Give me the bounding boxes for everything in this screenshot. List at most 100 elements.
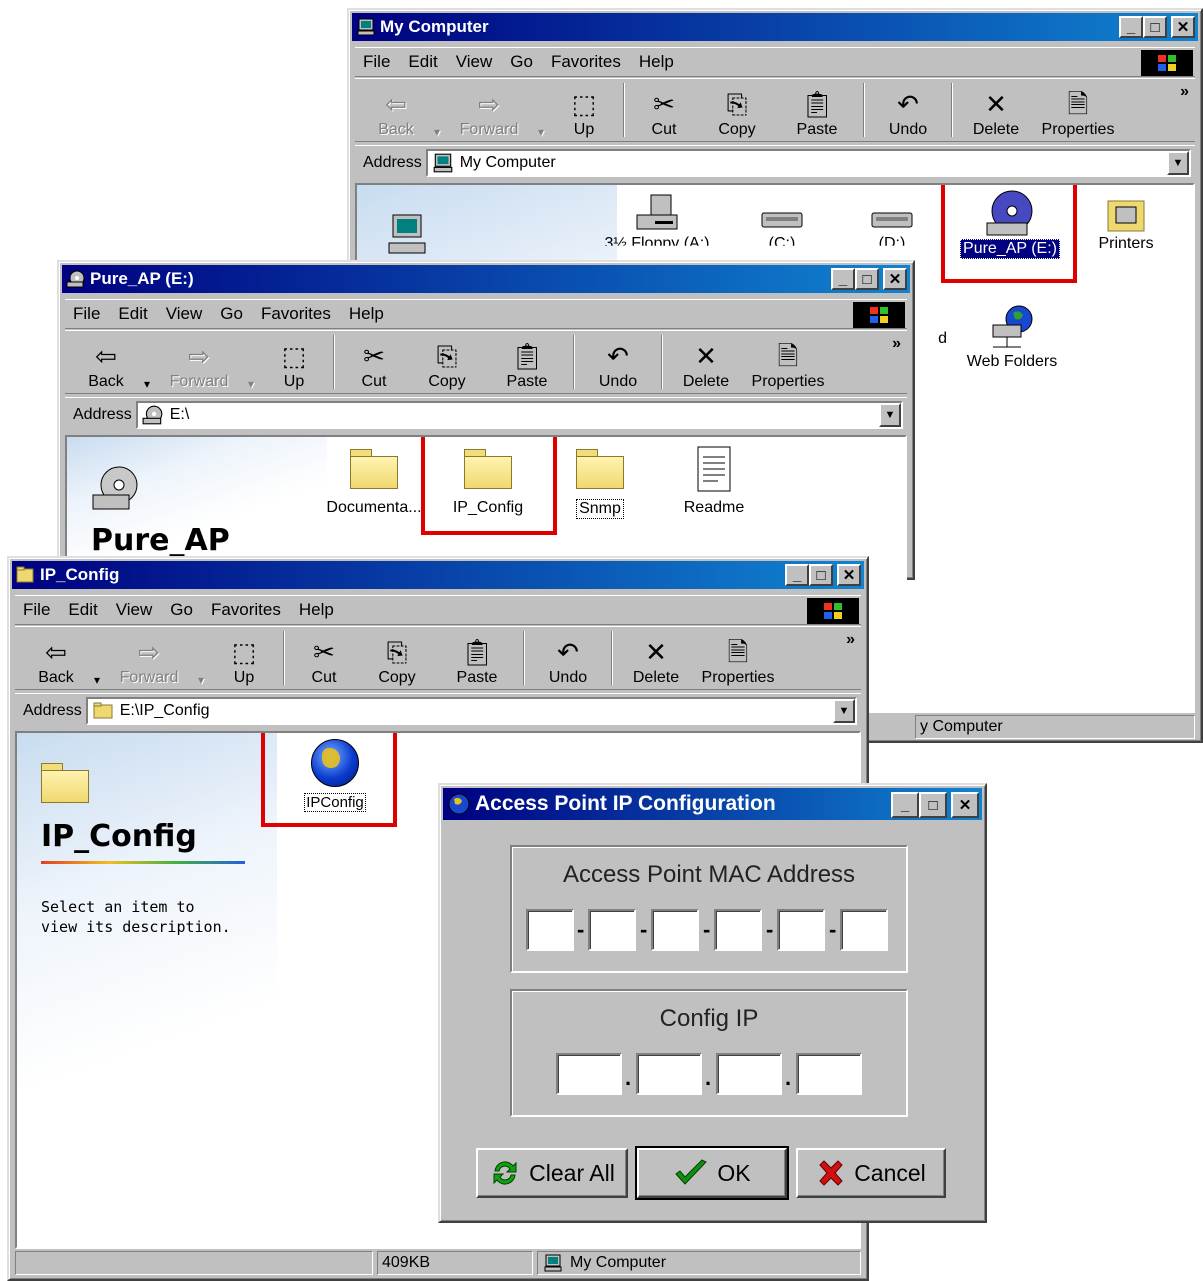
menu-go[interactable]: Go <box>510 52 533 72</box>
menu-favorites[interactable]: Favorites <box>211 600 281 620</box>
ip-octet-4[interactable] <box>796 1053 862 1095</box>
mac-field-4[interactable] <box>714 909 762 951</box>
mac-field-1[interactable] <box>526 909 574 951</box>
back-dropdown[interactable]: ▾ <box>87 629 107 689</box>
back-button[interactable]: ⇦ Back <box>75 333 137 393</box>
back-dropdown[interactable]: ▾ <box>137 333 157 393</box>
menu-view[interactable]: View <box>456 52 493 72</box>
red-x-icon <box>819 1160 843 1186</box>
menu-edit[interactable]: Edit <box>118 304 147 324</box>
delete-button[interactable]: ✕ Delete <box>619 629 693 689</box>
properties-button[interactable]: 🗎︎ Properties <box>743 333 833 393</box>
maximize-button[interactable]: □ <box>1143 16 1167 38</box>
menu-favorites[interactable]: Favorites <box>551 52 621 72</box>
floppy-drive-item[interactable]: 3½ Floppy (A:) <box>602 193 712 253</box>
address-dropdown-button[interactable]: ▼ <box>1167 150 1189 175</box>
cut-button[interactable]: ✂ Cut <box>631 81 697 141</box>
menu-help[interactable]: Help <box>349 304 384 324</box>
toolbar-more-chevron[interactable]: » <box>1180 83 1189 101</box>
forward-button[interactable]: ⇨ Forward <box>107 629 191 689</box>
undo-button[interactable]: ↶ Undo <box>871 81 945 141</box>
drive-d-item[interactable]: (D:) <box>837 193 947 253</box>
back-dropdown[interactable]: ▾ <box>427 81 447 141</box>
menu-help[interactable]: Help <box>639 52 674 72</box>
drive-c-item[interactable]: (C:) <box>727 193 837 253</box>
up-button[interactable]: ⬚ Up <box>211 629 277 689</box>
cut-button[interactable]: ✂ Cut <box>341 333 407 393</box>
clear-all-button[interactable]: Clear All <box>476 1148 628 1198</box>
properties-button[interactable]: 🗎︎ Properties <box>693 629 783 689</box>
close-button[interactable]: ✕ <box>837 564 861 586</box>
ip-octet-2[interactable] <box>636 1053 702 1095</box>
menu-go[interactable]: Go <box>170 600 193 620</box>
paste-button[interactable]: 📋︎ Paste <box>487 333 567 393</box>
maximize-button[interactable]: □ <box>855 268 879 290</box>
address-input[interactable]: E:\ ▼ <box>135 400 903 429</box>
forward-dropdown[interactable]: ▾ <box>241 333 261 393</box>
close-button[interactable]: ✕ <box>951 792 979 818</box>
copy-button[interactable]: ⎘ Copy <box>407 333 487 393</box>
title-bar[interactable]: Pure_AP (E:) _ □ ✕ <box>62 265 910 293</box>
menu-file[interactable]: File <box>23 600 50 620</box>
mac-field-2[interactable] <box>588 909 636 951</box>
ip-octet-3[interactable] <box>716 1053 782 1095</box>
minimize-button[interactable]: _ <box>831 268 855 290</box>
menu-file[interactable]: File <box>73 304 100 324</box>
minimize-button[interactable]: _ <box>1119 16 1143 38</box>
forward-dropdown[interactable]: ▾ <box>191 629 211 689</box>
cut-button[interactable]: ✂ Cut <box>291 629 357 689</box>
minimize-button[interactable]: _ <box>891 792 919 818</box>
copy-button[interactable]: ⎘ Copy <box>697 81 777 141</box>
ok-button[interactable]: OK <box>635 1146 789 1200</box>
title-bar[interactable]: Access Point IP Configuration _ □ ✕ <box>443 788 982 820</box>
cd-drive-icon <box>92 466 138 510</box>
address-dropdown-button[interactable]: ▼ <box>833 698 855 723</box>
up-button[interactable]: ⬚ Up <box>551 81 617 141</box>
minimize-button[interactable]: _ <box>785 564 809 586</box>
mac-field-6[interactable] <box>840 909 888 951</box>
address-input[interactable]: E:\IP_Config ▼ <box>85 696 857 725</box>
documentation-folder-item[interactable]: Documenta... <box>319 449 429 517</box>
title-bar[interactable]: My Computer _ □ ✕ <box>352 13 1198 41</box>
properties-button[interactable]: 🗎︎ Properties <box>1033 81 1123 141</box>
maximize-button[interactable]: □ <box>919 792 947 818</box>
cancel-button[interactable]: Cancel <box>796 1148 946 1198</box>
menu-favorites[interactable]: Favorites <box>261 304 331 324</box>
paste-button[interactable]: 📋︎ Paste <box>437 629 517 689</box>
printers-item[interactable]: Printers <box>1071 193 1181 253</box>
maximize-button[interactable]: □ <box>809 564 833 586</box>
ip-octet-1[interactable] <box>556 1053 622 1095</box>
menu-edit[interactable]: Edit <box>408 52 437 72</box>
copy-button[interactable]: ⎘ Copy <box>357 629 437 689</box>
back-button[interactable]: ⇦ Back <box>365 81 427 141</box>
forward-dropdown[interactable]: ▾ <box>531 81 551 141</box>
menu-file[interactable]: File <box>363 52 390 72</box>
delete-button[interactable]: ✕ Delete <box>959 81 1033 141</box>
toolbar-more-chevron[interactable]: » <box>846 631 855 649</box>
close-button[interactable]: ✕ <box>1171 16 1195 38</box>
mac-field-5[interactable] <box>777 909 825 951</box>
back-button[interactable]: ⇦ Back <box>25 629 87 689</box>
undo-button[interactable]: ↶ Undo <box>531 629 605 689</box>
menu-help[interactable]: Help <box>299 600 334 620</box>
paste-button[interactable]: 📋︎ Paste <box>777 81 857 141</box>
readme-item[interactable]: Readme <box>659 445 769 517</box>
address-input[interactable]: My Computer ▼ <box>425 148 1191 177</box>
web-folders-item[interactable]: Web Folders <box>957 303 1067 371</box>
snmp-folder-item[interactable]: Snmp <box>545 449 655 519</box>
address-dropdown-button[interactable]: ▼ <box>879 402 901 427</box>
title-bar[interactable]: IP_Config _ □ ✕ <box>12 561 864 589</box>
menu-go[interactable]: Go <box>220 304 243 324</box>
undo-button[interactable]: ↶ Undo <box>581 333 655 393</box>
menu-view[interactable]: View <box>116 600 153 620</box>
forward-button[interactable]: ⇨ Forward <box>157 333 241 393</box>
up-button[interactable]: ⬚ Up <box>261 333 327 393</box>
delete-button[interactable]: ✕ Delete <box>669 333 743 393</box>
item-label: (D:) <box>878 235 906 252</box>
menu-view[interactable]: View <box>166 304 203 324</box>
close-button[interactable]: ✕ <box>883 268 907 290</box>
menu-edit[interactable]: Edit <box>68 600 97 620</box>
toolbar-more-chevron[interactable]: » <box>892 335 901 353</box>
forward-button[interactable]: ⇨ Forward <box>447 81 531 141</box>
mac-field-3[interactable] <box>651 909 699 951</box>
